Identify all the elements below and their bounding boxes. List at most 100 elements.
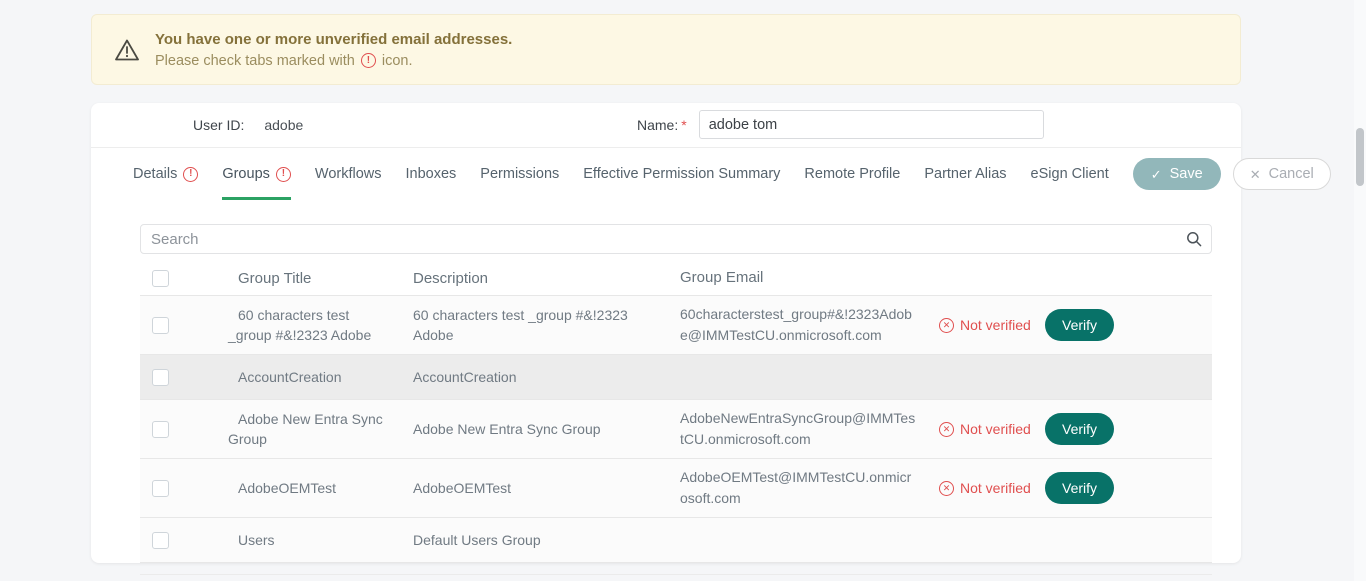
not-verified-icon: ✕ [939,422,954,437]
tab-groups[interactable]: Groups ! [222,148,291,200]
status-badge: ✕ Not verified [935,480,1045,496]
group-email-cell: AdobeNewEntraSyncGroup@IMMTestCU.onmicro… [667,408,935,450]
tab-remote-profile-label: Remote Profile [804,166,900,182]
search-icon [1186,231,1202,252]
user-id-group: User ID: adobe [193,117,303,133]
scrollbar-track[interactable] [1354,0,1366,581]
verify-button[interactable]: Verify [1045,413,1114,445]
close-icon: ✕ [1250,168,1261,181]
alert-icon: ! [276,167,291,182]
group-title-cell: AccountCreation [220,367,400,387]
row-checkbox[interactable] [152,532,169,549]
tab-remote-profile[interactable]: Remote Profile [804,148,900,200]
description-cell: Adobe New Entra Sync Group [400,419,667,439]
row-checkbox-cell [140,317,220,334]
header-checkbox-cell [140,270,220,287]
row-checkbox[interactable] [152,480,169,497]
user-header-row: User ID: adobe Name:* [91,103,1241,148]
row-checkbox-cell [140,421,220,438]
not-verified-label: Not verified [960,421,1031,437]
tab-workflows[interactable]: Workflows [315,148,382,200]
alert-icon: ! [361,53,376,68]
description-cell: AccountCreation [400,367,667,387]
banner-subtitle-suffix: icon. [382,53,413,69]
tab-partner-alias-label: Partner Alias [924,166,1006,182]
table-footer-divider [140,563,1212,575]
check-icon: ✓ [1151,168,1162,181]
group-title-cell: 60 characters test _group #&!2323 Adobe [220,305,400,346]
save-button[interactable]: ✓ Save [1133,158,1221,190]
tab-workflows-label: Workflows [315,166,382,182]
row-checkbox[interactable] [152,369,169,386]
row-checkbox-cell [140,532,220,549]
user-detail-card: User ID: adobe Name:* Details ! Groups ! … [91,103,1241,563]
cancel-button-label: Cancel [1269,166,1314,182]
scrollbar-thumb[interactable] [1356,128,1364,186]
table-row: Adobe New Entra Sync Group Adobe New Ent… [140,400,1212,459]
warning-banner: You have one or more unverified email ad… [91,14,1241,85]
row-checkbox[interactable] [152,317,169,334]
action-cell: Verify [1045,413,1212,445]
not-verified-label: Not verified [960,480,1031,496]
table-header-row: Group Title Description Group Email [140,262,1212,296]
table-row: Users Default Users Group [140,518,1212,563]
column-header-description: Description [400,268,667,290]
tab-permissions-label: Permissions [480,166,559,182]
search-input[interactable] [140,224,1212,254]
page: You have one or more unverified email ad… [0,0,1366,581]
status-badge: ✕ Not verified [935,421,1045,437]
group-email-cell: 60characterstest_group#&!2323Adobe@IMMTe… [667,304,935,346]
tab-details[interactable]: Details ! [133,148,198,200]
select-all-checkbox[interactable] [152,270,169,287]
column-header-group-email: Group Email [667,267,935,290]
description-cell: AdobeOEMTest [400,478,667,498]
verify-button[interactable]: Verify [1045,472,1114,504]
column-header-group-title: Group Title [220,268,400,290]
banner-subtitle: Please check tabs marked with ! icon. [155,53,512,69]
tab-partner-alias[interactable]: Partner Alias [924,148,1006,200]
tab-esign-client-label: eSign Client [1031,166,1109,182]
table-row: AdobeOEMTest AdobeOEMTest AdobeOEMTest@I… [140,459,1212,518]
tab-inboxes[interactable]: Inboxes [406,148,457,200]
name-field-group: Name:* [637,110,1044,139]
status-badge: ✕ Not verified [935,317,1045,333]
name-input[interactable] [699,110,1044,139]
not-verified-icon: ✕ [939,481,954,496]
tab-esign-client[interactable]: eSign Client [1031,148,1109,200]
user-id-label: User ID: [193,117,244,133]
warning-triangle-icon [114,38,140,62]
action-cell: Verify [1045,472,1212,504]
verify-button[interactable]: Verify [1045,309,1114,341]
group-title-cell: Adobe New Entra Sync Group [220,409,400,450]
alert-icon: ! [183,167,198,182]
save-button-label: Save [1170,166,1203,182]
description-cell: 60 characters test _group #&!2323 Adobe [400,305,667,346]
description-cell: Default Users Group [400,530,667,550]
not-verified-icon: ✕ [939,318,954,333]
action-buttons: ✓ Save ✕ Cancel [1133,158,1331,190]
table-row: 60 characters test _group #&!2323 Adobe … [140,296,1212,355]
tab-bar: Details ! Groups ! Workflows Inboxes Per… [91,148,1241,200]
group-email-cell: AdobeOEMTest@IMMTestCU.onmicrosoft.com [667,467,935,509]
required-asterisk: * [681,117,686,133]
search-box [140,224,1212,254]
tab-permissions[interactable]: Permissions [480,148,559,200]
tab-groups-label: Groups [222,166,270,182]
groups-table: Group Title Description Group Email 60 c… [140,262,1212,575]
tab-effective-permission-summary-label: Effective Permission Summary [583,166,780,182]
user-id-value: adobe [264,117,303,133]
row-checkbox-cell [140,369,220,386]
action-cell: Verify [1045,309,1212,341]
not-verified-label: Not verified [960,317,1031,333]
banner-title: You have one or more unverified email ad… [155,31,512,48]
tab-details-label: Details [133,166,177,182]
cancel-button[interactable]: ✕ Cancel [1233,158,1331,190]
name-label: Name: [637,117,678,133]
banner-subtitle-prefix: Please check tabs marked with [155,53,355,69]
row-checkbox[interactable] [152,421,169,438]
row-checkbox-cell [140,480,220,497]
table-row: AccountCreation AccountCreation [140,355,1212,400]
tab-effective-permission-summary[interactable]: Effective Permission Summary [583,148,780,200]
group-title-cell: Users [220,530,400,550]
tab-inboxes-label: Inboxes [406,166,457,182]
